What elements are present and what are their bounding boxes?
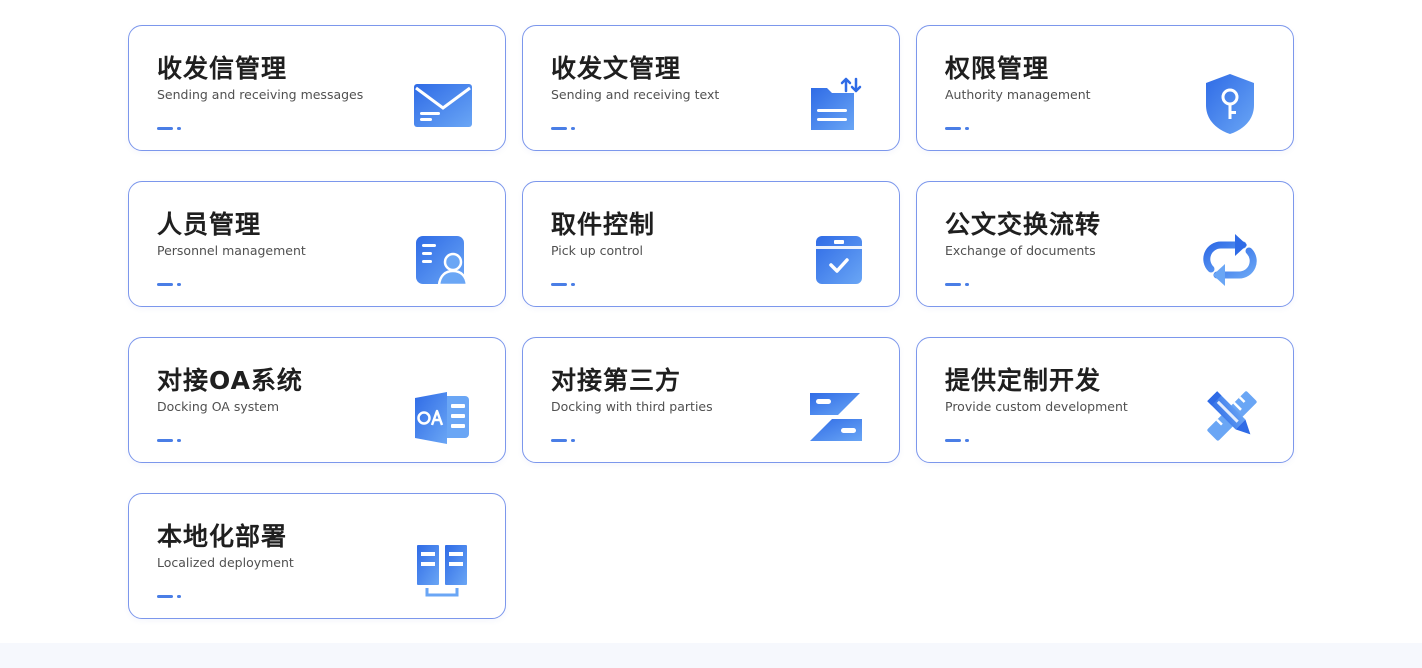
card-dash-decoration	[157, 439, 183, 443]
card-subtitle: Sending and receiving text	[551, 87, 720, 102]
card-dash-decoration	[945, 283, 971, 287]
card-title: 人员管理	[157, 210, 262, 239]
card-dash-decoration	[157, 283, 183, 287]
feature-card-oa[interactable]: 对接OA系统 Docking OA system	[128, 337, 506, 463]
feature-section: 收发信管理 Sending and receiving messages 收发文…	[0, 0, 1422, 643]
feature-card-documents-text[interactable]: 收发文管理 Sending and receiving text	[522, 25, 900, 151]
card-title: 对接第三方	[551, 366, 682, 395]
card-subtitle: Exchange of documents	[945, 243, 1096, 258]
card-title: 本地化部署	[157, 522, 288, 551]
card-subtitle: Pick up control	[551, 243, 643, 258]
card-title: 收发文管理	[551, 54, 682, 83]
server-rack-icon	[411, 542, 473, 604]
card-subtitle: Provide custom development	[945, 399, 1128, 414]
feature-card-exchange[interactable]: 公文交换流转 Exchange of documents	[916, 181, 1294, 307]
document-transfer-icon	[805, 74, 867, 136]
card-dash-decoration	[551, 439, 577, 443]
card-dash-decoration	[945, 127, 971, 131]
envelope-icon	[411, 74, 473, 136]
card-dash-decoration	[551, 283, 577, 287]
cycle-arrows-icon	[1199, 230, 1261, 292]
card-dash-decoration	[157, 127, 183, 131]
card-subtitle: Sending and receiving messages	[157, 87, 364, 102]
card-title: 收发信管理	[157, 54, 288, 83]
card-title: 对接OA系统	[157, 366, 303, 395]
card-dash-decoration	[157, 595, 183, 599]
feature-grid: 收发信管理 Sending and receiving messages 收发文…	[128, 25, 1294, 619]
card-dash-decoration	[945, 439, 971, 443]
feature-card-pickup[interactable]: 取件控制 Pick up control	[522, 181, 900, 307]
feature-card-local-deploy[interactable]: 本地化部署 Localized deployment	[128, 493, 506, 619]
card-subtitle: Personnel management	[157, 243, 306, 258]
section-footer-strip	[0, 643, 1422, 668]
card-title: 权限管理	[945, 54, 1050, 83]
card-title: 取件控制	[551, 210, 656, 239]
card-subtitle: Authority management	[945, 87, 1091, 102]
card-subtitle: Docking OA system	[157, 399, 280, 414]
connector-icon	[805, 386, 867, 448]
card-dash-decoration	[551, 127, 577, 131]
feature-card-personnel[interactable]: 人员管理 Personnel management	[128, 181, 506, 307]
package-check-icon	[805, 230, 867, 292]
card-subtitle: Docking with third parties	[551, 399, 713, 414]
shield-key-icon	[1199, 74, 1261, 136]
feature-card-third-party[interactable]: 对接第三方 Docking with third parties	[522, 337, 900, 463]
card-title: 公文交换流转	[945, 210, 1102, 239]
oa-app-icon	[411, 386, 473, 448]
card-title: 提供定制开发	[945, 366, 1102, 395]
feature-card-authority[interactable]: 权限管理 Authority management	[916, 25, 1294, 151]
pencil-ruler-icon	[1199, 386, 1261, 448]
user-card-icon	[411, 230, 473, 292]
feature-card-messages[interactable]: 收发信管理 Sending and receiving messages	[128, 25, 506, 151]
feature-card-custom-dev[interactable]: 提供定制开发 Provide custom development	[916, 337, 1294, 463]
card-subtitle: Localized deployment	[157, 555, 294, 570]
